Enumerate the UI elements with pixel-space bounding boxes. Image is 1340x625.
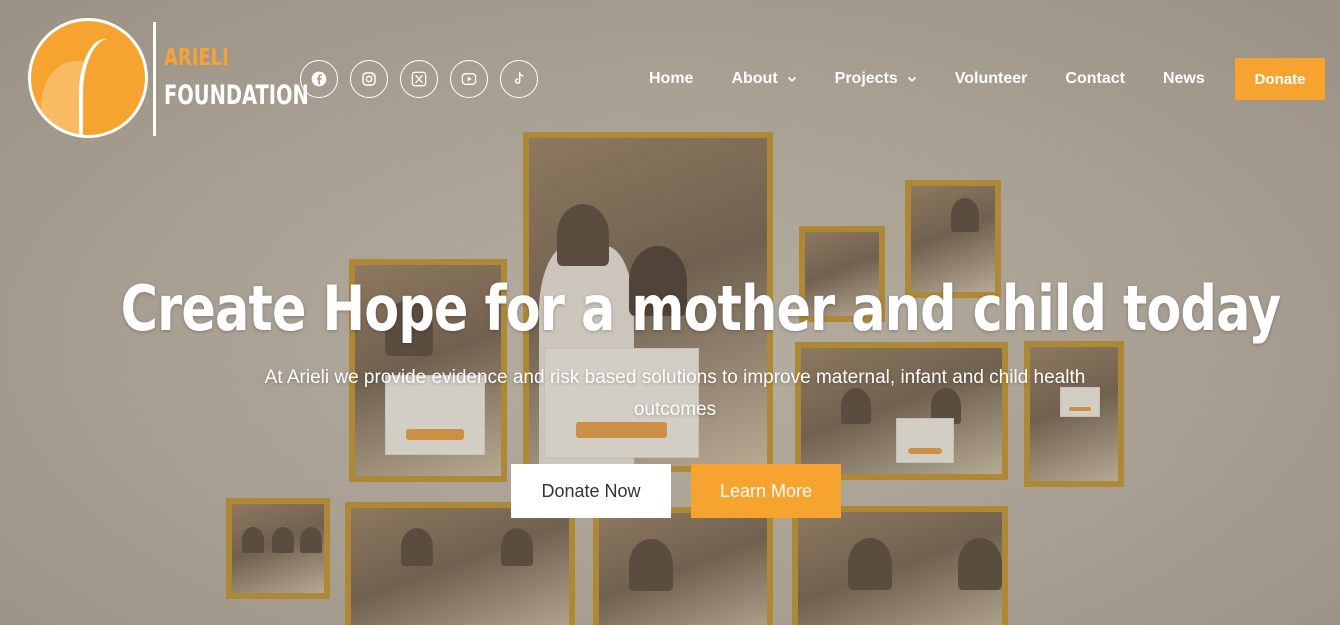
nav-about[interactable]: About	[712, 70, 815, 88]
logo-mother-child-icon	[28, 18, 148, 138]
nav-projects[interactable]: Projects	[816, 70, 936, 88]
youtube-icon[interactable]	[450, 60, 488, 98]
facebook-icon[interactable]	[300, 60, 338, 98]
header-donate-button[interactable]: Donate	[1235, 58, 1325, 100]
hero-title: Create Hope for a mother and child today	[120, 272, 1282, 345]
site-logo[interactable]: ARIELI FOUNDATION	[28, 18, 309, 140]
logo-text-arieli: ARIELI	[164, 45, 229, 71]
donate-now-button[interactable]: Donate Now	[511, 464, 671, 518]
nav-label: About	[731, 70, 778, 87]
nav-volunteer[interactable]: Volunteer	[936, 70, 1047, 88]
chevron-down-icon	[907, 76, 916, 83]
social-links	[300, 60, 538, 98]
nav-label: Home	[649, 70, 694, 87]
nav-home[interactable]: Home	[630, 70, 712, 88]
tiktok-icon[interactable]	[500, 60, 538, 98]
nav-label: Projects	[834, 70, 898, 87]
main-nav: Home About Projects Volunteer Contact Ne…	[630, 58, 1224, 100]
nav-news[interactable]: News	[1144, 70, 1224, 88]
chevron-down-icon	[787, 76, 796, 83]
logo-text-foundation: FOUNDATION	[164, 80, 309, 111]
nav-label: News	[1162, 70, 1205, 87]
nav-label: Volunteer	[954, 70, 1028, 87]
nav-label: Contact	[1065, 70, 1125, 87]
x-twitter-icon[interactable]	[400, 60, 438, 98]
logo-divider	[153, 22, 156, 136]
instagram-icon[interactable]	[350, 60, 388, 98]
hero-subtitle: At Arieli we provide evidence and risk b…	[264, 367, 1086, 420]
nav-contact[interactable]: Contact	[1046, 70, 1144, 88]
learn-more-button[interactable]: Learn More	[691, 464, 841, 518]
